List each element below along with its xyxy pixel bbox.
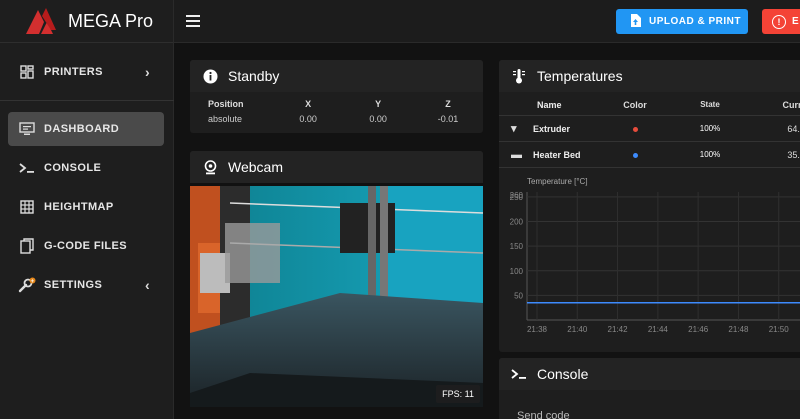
z-header: Z <box>445 98 451 109</box>
x-tick-label: 21:46 <box>688 325 709 334</box>
upload-print-button[interactable]: UPLOAD & PRINT <box>616 9 748 34</box>
console-icon <box>18 159 36 177</box>
wrench-icon: + <box>18 276 36 294</box>
sidebar-item-label: PRINTERS <box>44 66 103 78</box>
sidebar-item-label: CONSOLE <box>44 162 102 174</box>
table-row[interactable]: ▾ Extruder 100% 64.7°C <box>499 116 800 142</box>
file-upload-icon <box>630 13 641 30</box>
menu-icon[interactable] <box>186 15 200 27</box>
y-tick-label: 260 <box>510 191 524 200</box>
heater-name: Extruder <box>533 123 571 134</box>
status-card-header: Standby <box>190 60 483 92</box>
chevron-right-icon: › <box>144 64 150 80</box>
temperature-chart: Temperature [°C]5010015020025026021:38 21… <box>510 177 800 334</box>
chevron-left-icon: ‹ <box>144 277 150 293</box>
sidebar-divider <box>0 100 174 101</box>
x-tick-label: 21:44 <box>648 325 669 334</box>
position-table: Position X Y Z absolute 0.00 0.00 -0.01 <box>190 96 483 126</box>
temperature-table: Name Color State Current ▾ Extruder 100% … <box>499 94 800 168</box>
grid-icon <box>18 198 36 216</box>
sidebar-item-label: DASHBOARD <box>44 123 120 135</box>
name-header: Name <box>537 99 562 110</box>
emergency-stop-label: E <box>792 16 799 27</box>
emergency-stop-button[interactable]: ! E <box>762 9 800 34</box>
heater-state: 100% <box>699 124 721 133</box>
x-tick-label: 21:40 <box>567 325 588 334</box>
printers-grid-icon <box>18 63 36 81</box>
chart-title: Temperature [°C] <box>527 177 588 186</box>
position-header: Position <box>208 98 244 109</box>
y-value: 0.00 <box>369 113 387 124</box>
heater-state: 100% <box>699 150 721 159</box>
sidebar-item-console[interactable]: CONSOLE <box>8 151 164 185</box>
color-header: Color <box>623 99 647 110</box>
series-color-dot <box>632 152 638 158</box>
heater-current: 64.7°C <box>787 123 800 134</box>
console-card: Console Send code <box>499 358 800 419</box>
x-tick-label: 21:50 <box>769 325 790 334</box>
thermometer-icon <box>511 68 527 84</box>
sidebar-item-printers[interactable]: PRINTERS › <box>8 55 164 89</box>
webcam-card-header: Webcam <box>190 151 483 183</box>
alert-icon: ! <box>772 14 786 29</box>
sidebar-item-label: G-CODE FILES <box>44 240 128 252</box>
heater-current: 35.2°C <box>787 149 800 160</box>
temperatures-card: Temperatures Name Color State Current ▾ E… <box>499 60 800 352</box>
webcam-stream: FPS: 11 <box>190 183 483 407</box>
y-tick-label: 150 <box>510 242 524 251</box>
webcam-title: Webcam <box>228 159 283 175</box>
heater-name: Heater Bed <box>533 149 581 160</box>
x-tick-label: 21:38 <box>527 325 548 334</box>
files-icon <box>18 237 36 255</box>
heater-bed-icon: ▬ <box>511 148 522 161</box>
upload-print-label: UPLOAD & PRINT <box>649 16 741 27</box>
logo-icon <box>26 8 56 34</box>
sidebar-item-dashboard[interactable]: DASHBOARD <box>8 112 164 146</box>
y-tick-label: 100 <box>510 267 524 276</box>
temperatures-title: Temperatures <box>537 68 623 84</box>
y-header: Y <box>375 98 382 109</box>
fps-badge: FPS: 11 <box>436 385 480 403</box>
x-header: X <box>305 98 312 109</box>
sidebar: MEGA Pro PRINTERS › DASHBOARD CONSOLE HE… <box>0 0 174 419</box>
table-row[interactable]: ▬ Heater Bed 100% 35.2°C <box>499 142 800 168</box>
status-title: Standby <box>228 68 280 84</box>
sidebar-item-gcode-files[interactable]: G-CODE FILES <box>8 229 164 263</box>
sidebar-item-settings[interactable]: + SETTINGS ‹ <box>8 268 164 302</box>
console-title: Console <box>537 366 589 382</box>
x-tick-label: 21:42 <box>608 325 629 334</box>
current-header: Current <box>782 99 800 110</box>
y-tick-label: 200 <box>510 218 524 227</box>
app-name: MEGA Pro <box>68 10 154 31</box>
info-icon <box>202 68 218 84</box>
brand[interactable]: MEGA Pro <box>0 0 173 43</box>
series-color-dot <box>632 126 638 132</box>
svg-text:+: + <box>30 279 35 285</box>
z-value: -0.01 <box>437 113 459 124</box>
console-card-header: Console <box>499 358 800 390</box>
sidebar-item-label: HEIGHTMAP <box>44 201 114 213</box>
webcam-icon <box>202 159 218 175</box>
temperatures-card-header: Temperatures <box>499 60 800 92</box>
console-icon <box>511 366 527 382</box>
x-tick-label: 21:48 <box>728 325 749 334</box>
y-tick-label: 50 <box>514 291 523 300</box>
webcam-card: Webcam FPS: 11 <box>190 151 483 407</box>
sidebar-item-label: SETTINGS <box>44 279 103 291</box>
state-header: State <box>700 100 720 109</box>
position-mode: absolute <box>208 113 243 124</box>
extruder-icon: ▾ <box>511 123 517 135</box>
monitor-icon <box>18 120 36 138</box>
sidebar-item-heightmap[interactable]: HEIGHTMAP <box>8 190 164 224</box>
top-app-bar: UPLOAD & PRINT ! E <box>174 0 800 43</box>
status-card: Standby Position X Y Z absolute 0.00 0.0… <box>190 60 483 133</box>
send-code-label[interactable]: Send code <box>517 410 570 419</box>
x-value: 0.00 <box>299 113 317 124</box>
